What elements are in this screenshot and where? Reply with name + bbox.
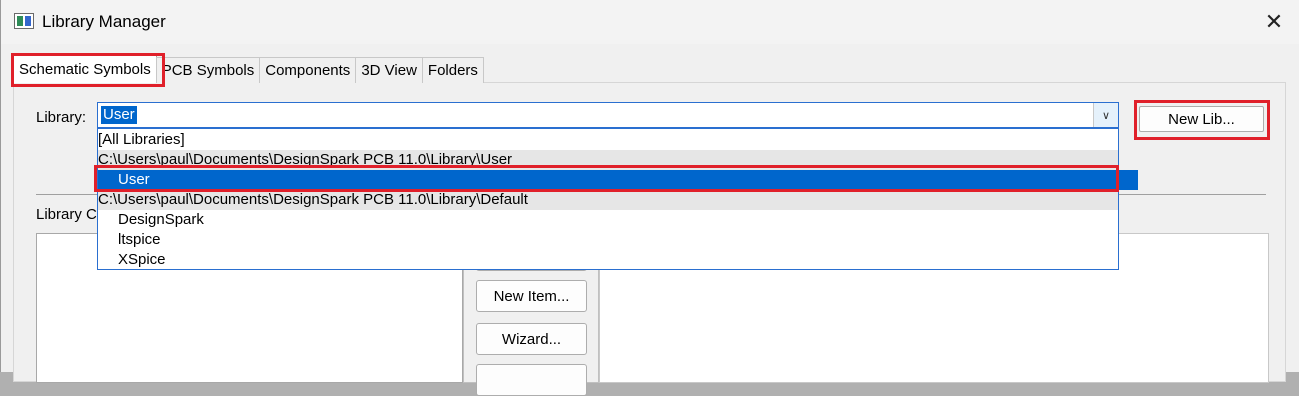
option-all-libraries[interactable]: [All Libraries] xyxy=(98,130,1118,150)
tab-components[interactable]: Components xyxy=(259,57,357,83)
tab-schematic-symbols[interactable]: Schematic Symbols xyxy=(13,55,157,83)
library-combobox[interactable]: User ∨ xyxy=(97,102,1119,128)
option-group-default-path: C:\Users\paul\Documents\DesignSpark PCB … xyxy=(98,190,1118,210)
option-group-user-path: C:\Users\paul\Documents\DesignSpark PCB … xyxy=(98,150,1118,170)
title-bar: Library Manager ✕ xyxy=(1,0,1299,44)
library-dropdown-list: [All Libraries] C:\Users\paul\Documents\… xyxy=(97,128,1138,270)
library-selected-value[interactable]: User xyxy=(101,106,137,124)
option-user[interactable]: User xyxy=(98,170,1138,190)
close-button[interactable]: ✕ xyxy=(1257,6,1291,38)
library-label: Library: xyxy=(36,109,87,126)
tab-3d-view[interactable]: 3D View xyxy=(355,57,423,83)
option-ltspice[interactable]: ltspice xyxy=(98,230,1138,250)
option-xspice[interactable]: XSpice xyxy=(98,250,1138,270)
option-designspark[interactable]: DesignSpark xyxy=(98,210,1138,230)
tab-strip: Schematic Symbols PCB Symbols Components… xyxy=(13,55,484,83)
close-icon: ✕ xyxy=(1264,9,1284,34)
tab-pcb-symbols[interactable]: PCB Symbols xyxy=(155,57,261,83)
wizard-button[interactable]: Wizard... xyxy=(476,323,587,355)
hidden-button-bottom[interactable] xyxy=(476,364,587,396)
new-lib-button[interactable]: New Lib... xyxy=(1139,106,1264,132)
library-contents-label: Library C xyxy=(36,206,97,223)
chevron-down-icon[interactable]: ∨ xyxy=(1093,103,1118,127)
library-manager-window: Library Manager ✕ Schematic Symbols PCB … xyxy=(0,0,1299,396)
window-title: Library Manager xyxy=(42,12,166,31)
new-item-button[interactable]: New Item... xyxy=(476,280,587,312)
tab-folders[interactable]: Folders xyxy=(421,57,484,83)
app-icon xyxy=(14,13,34,29)
